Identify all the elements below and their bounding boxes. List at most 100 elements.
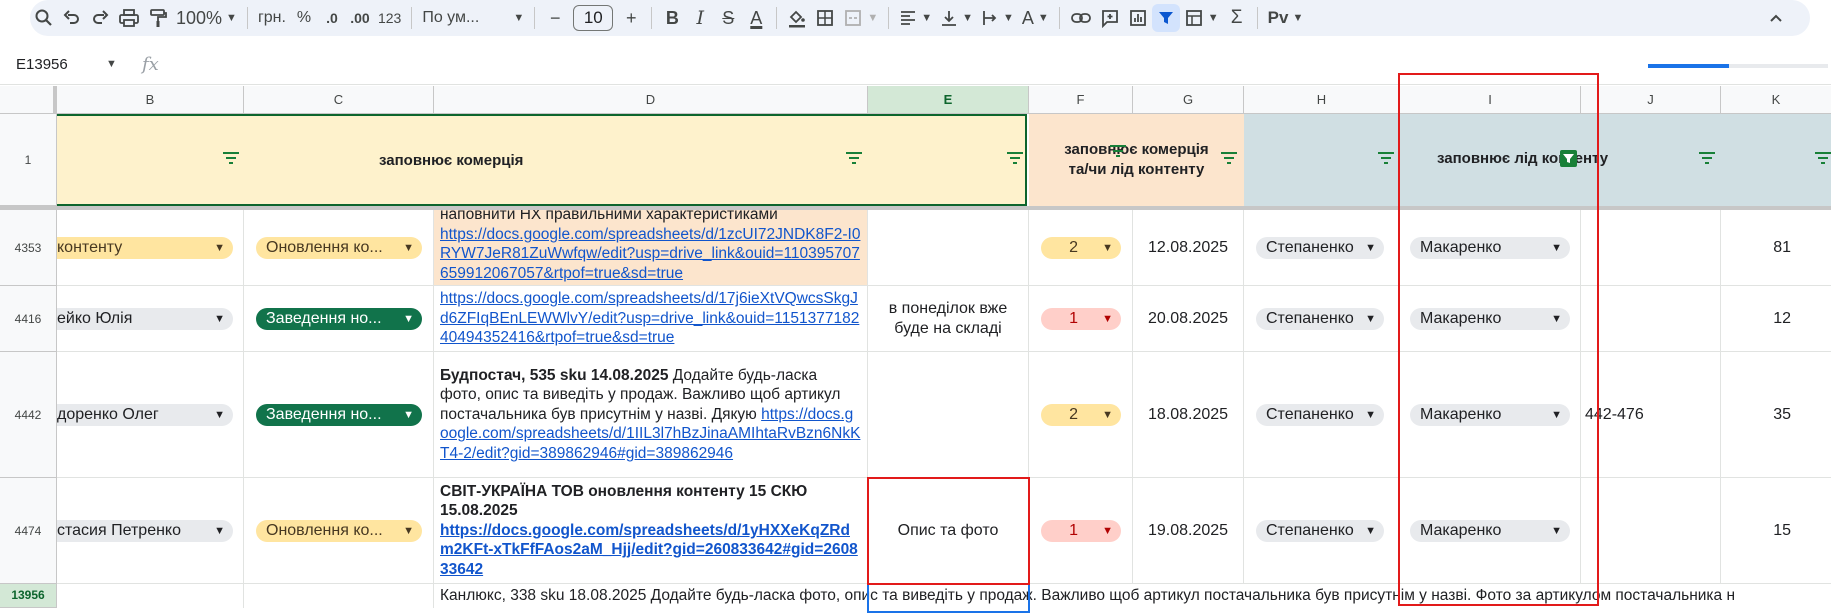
column-header-d[interactable]: D <box>434 86 868 114</box>
filter-icon[interactable] <box>1151 4 1180 32</box>
font-size-increase-button[interactable]: + <box>617 4 645 32</box>
dropdown-chip[interactable]: стасия Петренко ▼ <box>57 519 233 542</box>
dropdown-chip[interactable]: Заведення но... ▼ <box>256 403 422 426</box>
dropdown-chip[interactable]: Макаренко ▼ <box>1410 236 1570 259</box>
cell-b[interactable]: ейко Юлія ▼ <box>57 286 244 352</box>
cell-c[interactable]: Оновлення ко... ▼ <box>244 478 434 584</box>
cell-b[interactable] <box>57 584 244 608</box>
cell-h[interactable]: Степаненко ▼ <box>1244 352 1400 478</box>
dropdown-chip[interactable]: Макаренко ▼ <box>1410 403 1570 426</box>
dropdown-chip[interactable]: ейко Юлія ▼ <box>57 307 233 330</box>
borders-icon[interactable] <box>811 4 839 32</box>
sheet-link[interactable]: https://docs.google.com/spreadsheets/d/1… <box>440 226 860 282</box>
priority-chip[interactable]: 1 ▼ <box>1041 307 1121 330</box>
cell-e[interactable]: в понеділок вже буде на складі <box>868 286 1029 352</box>
dropdown-chip[interactable]: Степаненко ▼ <box>1256 236 1384 259</box>
dropdown-chip[interactable]: Оновлення ко... ▼ <box>256 236 422 259</box>
fill-color-icon[interactable] <box>783 4 811 32</box>
column-header-c[interactable]: C <box>244 86 434 114</box>
select-all-corner[interactable] <box>0 86 57 114</box>
row-header-1[interactable]: 1 <box>0 114 57 206</box>
filter-views-icon[interactable]: ▼ <box>1180 4 1223 32</box>
font-size-decrease-button[interactable]: − <box>541 4 569 32</box>
column-header-h[interactable]: H <box>1244 86 1400 114</box>
cell-d[interactable]: Будпостач, 535 sku 14.08.2025 Додайте бу… <box>434 352 868 478</box>
column-header-f[interactable]: F <box>1029 86 1133 114</box>
priority-chip[interactable]: 2 ▼ <box>1041 403 1121 426</box>
cell-e[interactable] <box>868 210 1029 286</box>
cell-k[interactable]: 15 <box>1721 478 1831 584</box>
sheet-link[interactable]: https://docs.google.com/spreadsheets/d/1… <box>440 290 859 346</box>
vertical-align-icon[interactable]: ▼ <box>936 4 977 32</box>
cell-c[interactable]: Заведення но... ▼ <box>244 286 434 352</box>
filter-toggle-icon[interactable] <box>1378 152 1394 164</box>
column-header-j[interactable]: J <box>1581 86 1721 114</box>
zoom-select[interactable]: 100% ▼ <box>172 4 241 32</box>
row-header[interactable]: 4474 <box>0 478 57 584</box>
number-format-button[interactable]: 123 <box>374 4 405 32</box>
search-menus-icon[interactable] <box>30 4 58 32</box>
cell-i[interactable]: Макаренко ▼ <box>1400 352 1581 478</box>
dropdown-chip[interactable]: Заведення но... ▼ <box>256 307 422 330</box>
cell-g[interactable]: 20.08.2025 <box>1133 286 1244 352</box>
cell-b[interactable]: доренко Олег ▼ <box>57 352 244 478</box>
collapse-toolbar-icon[interactable] <box>1762 4 1790 32</box>
cell-f[interactable]: 1 ▼ <box>1029 478 1133 584</box>
cell-j[interactable] <box>1581 286 1721 352</box>
cell-d-overflow-text[interactable]: Канлюкс, 338 sku 18.08.2025 Додайте будь… <box>434 584 1831 608</box>
dropdown-chip[interactable]: контенту ▼ <box>57 236 233 259</box>
decrease-decimal-button[interactable]: .0 <box>318 4 346 32</box>
cell-i[interactable]: Макаренко ▼ <box>1400 286 1581 352</box>
cell-f[interactable]: 2 ▼ <box>1029 352 1133 478</box>
active-filter-icon[interactable] <box>1560 150 1577 167</box>
column-header-i[interactable]: I <box>1400 86 1581 114</box>
dropdown-chip[interactable]: доренко Олег ▼ <box>57 403 233 426</box>
strikethrough-button[interactable]: S <box>714 4 742 32</box>
functions-button[interactable]: Σ <box>1223 4 1251 32</box>
row-header-selected[interactable]: 13956 <box>0 584 57 608</box>
filter-toggle-icon[interactable] <box>1007 152 1023 164</box>
paint-format-icon[interactable] <box>144 4 172 32</box>
text-color-button[interactable]: A <box>742 4 770 32</box>
filter-toggle-icon[interactable] <box>846 152 862 164</box>
percent-button[interactable]: % <box>290 4 318 32</box>
cell-d[interactable]: наповнити НХ правильними характеристикам… <box>434 210 868 286</box>
dropdown-chip[interactable]: Оновлення ко... ▼ <box>256 519 422 542</box>
comment-icon[interactable] <box>1096 4 1124 32</box>
link-icon[interactable] <box>1066 4 1096 32</box>
horizontal-align-icon[interactable]: ▼ <box>895 4 936 32</box>
filter-toggle-icon[interactable] <box>1110 145 1126 157</box>
row-header[interactable]: 4353 <box>0 210 57 286</box>
cell-b[interactable]: контенту ▼ <box>57 210 244 286</box>
cell-d[interactable]: СВІТ-УКРАЇНА ТОВ оновлення контенту 15 С… <box>434 478 868 584</box>
row-header[interactable]: 4442 <box>0 352 57 478</box>
dropdown-chip[interactable]: Макаренко ▼ <box>1410 519 1570 542</box>
currency-button[interactable]: грн. <box>254 4 290 32</box>
cell-i[interactable]: Макаренко ▼ <box>1400 210 1581 286</box>
increase-decimal-button[interactable]: .00 <box>346 4 374 32</box>
cell-j[interactable]: 442-476 <box>1581 352 1721 478</box>
cell-h[interactable]: Степаненко ▼ <box>1244 210 1400 286</box>
row-header[interactable]: 4416 <box>0 286 57 352</box>
cell-j[interactable] <box>1581 210 1721 286</box>
name-box[interactable]: E13956 <box>16 56 68 73</box>
chevron-down-icon[interactable]: ▼ <box>106 58 117 70</box>
dropdown-chip[interactable]: Степаненко ▼ <box>1256 307 1384 330</box>
cell-f[interactable]: 1 ▼ <box>1029 286 1133 352</box>
column-header-k[interactable]: K <box>1721 86 1831 114</box>
active-cell-selection[interactable] <box>867 583 1030 613</box>
filter-toggle-icon[interactable] <box>1221 152 1237 164</box>
cell-e[interactable]: Опис та фото <box>868 478 1029 584</box>
cell-i[interactable]: Макаренко ▼ <box>1400 478 1581 584</box>
cell-k[interactable]: 12 <box>1721 286 1831 352</box>
filter-toggle-icon[interactable] <box>1699 152 1715 164</box>
cell-c[interactable] <box>244 584 434 608</box>
cell-j[interactable] <box>1581 478 1721 584</box>
cell-g[interactable]: 12.08.2025 <box>1133 210 1244 286</box>
redo-icon[interactable] <box>86 4 114 32</box>
input-tools-button[interactable]: Рv ▼ <box>1264 4 1308 32</box>
dropdown-chip[interactable]: Степаненко ▼ <box>1256 519 1384 542</box>
font-size-input[interactable]: 10 <box>573 5 614 31</box>
column-header-g[interactable]: G <box>1133 86 1244 114</box>
cell-g[interactable]: 18.08.2025 <box>1133 352 1244 478</box>
